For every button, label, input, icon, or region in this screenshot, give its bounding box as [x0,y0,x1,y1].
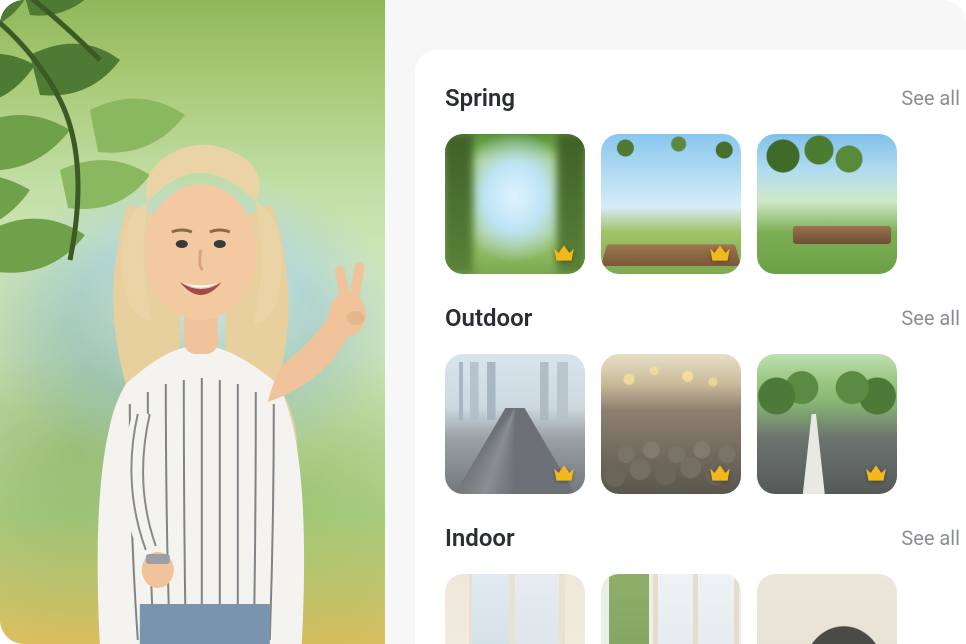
thumbs-row-outdoor [445,354,966,494]
section-title-indoor: Indoor [445,524,515,552]
thumb-indoor-window-curtain-2[interactable] [601,574,741,644]
crown-icon [551,240,577,266]
section-header-outdoor: Outdoor See all [445,304,966,332]
thumb-spring-sky-plank[interactable] [601,134,741,274]
section-header-spring: Spring See all [445,84,966,112]
crown-icon [551,460,577,486]
thumb-art [601,574,741,644]
section-spring: Spring See all [445,84,966,274]
thumbs-row-spring [445,134,966,274]
section-header-indoor: Indoor See all [445,524,966,552]
see-all-outdoor[interactable]: See all [901,306,962,330]
crown-icon [707,460,733,486]
thumb-art [757,134,897,274]
thumb-art [445,574,585,644]
section-title-spring: Spring [445,84,515,112]
thumb-outdoor-treelined-road[interactable] [757,354,897,494]
thumb-spring-meadow-bench[interactable] [757,134,897,274]
thumb-indoor-window-curtain-1[interactable] [445,574,585,644]
see-all-spring[interactable]: See all [901,86,962,110]
background-picker-panel: Spring See all [385,0,966,644]
thumb-indoor-minimal-wall[interactable] [757,574,897,644]
crown-icon [863,460,889,486]
thumb-art [757,574,897,644]
preview-subject-person [29,84,369,644]
background-categories-card: Spring See all [415,50,966,644]
thumb-outdoor-city-street[interactable] [445,354,585,494]
preview-pane [0,0,385,644]
app-root: Spring See all [0,0,966,644]
thumb-spring-blurred-garden[interactable] [445,134,585,274]
thumb-outdoor-cobblestone-paris[interactable] [601,354,741,494]
section-outdoor: Outdoor See all [445,304,966,494]
see-all-indoor[interactable]: See all [901,526,962,550]
section-title-outdoor: Outdoor [445,304,532,332]
crown-icon [707,240,733,266]
thumbs-row-indoor [445,574,966,644]
section-indoor: Indoor See all [445,524,966,644]
